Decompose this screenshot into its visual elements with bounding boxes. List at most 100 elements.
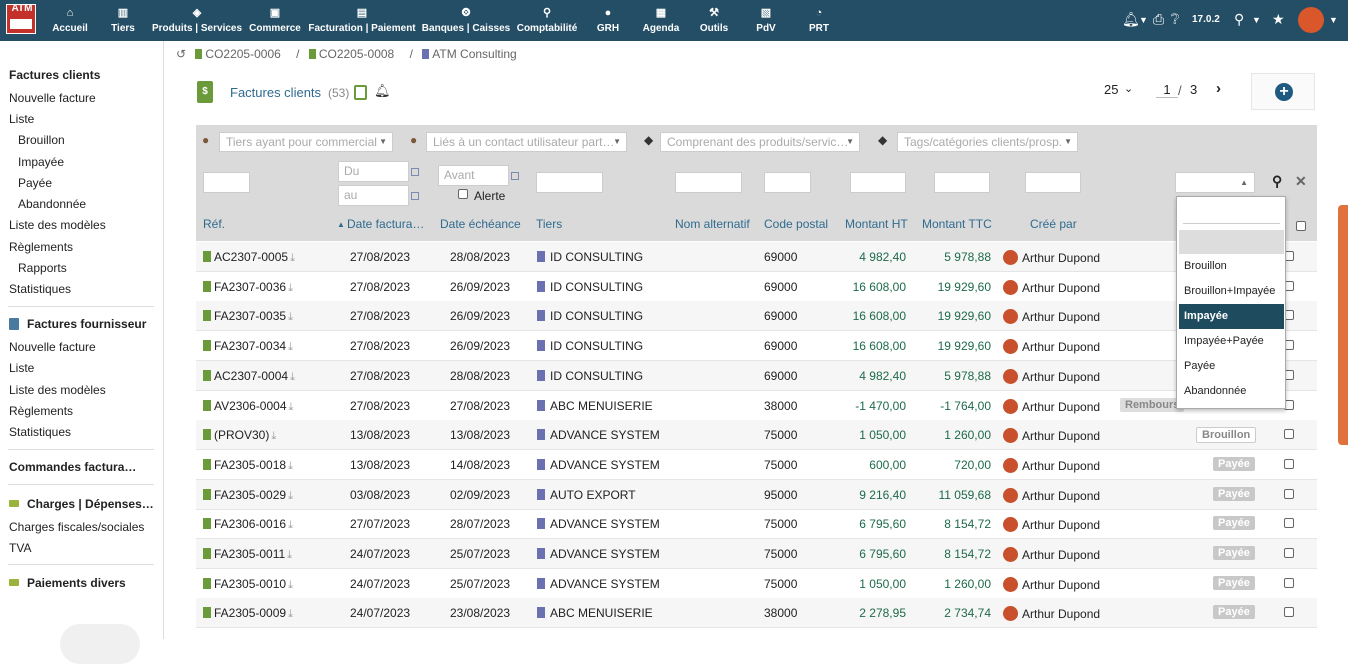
star-icon[interactable]: ★: [1272, 11, 1285, 28]
status-option[interactable]: Payée: [1179, 354, 1284, 379]
invoice-ref-link[interactable]: AV2306-0004 ⤓: [203, 399, 293, 414]
download-icon[interactable]: ⤓: [290, 371, 295, 383]
date-to-input[interactable]: au: [338, 185, 409, 206]
help-icon[interactable]: ❔︎: [1171, 11, 1179, 28]
row-checkbox[interactable]: [1284, 488, 1294, 499]
table-row[interactable]: FA2306-0016 ⤓ 27/07/2023 28/07/2023 ADVANCE …: [196, 509, 1317, 540]
sidebar-section-misc-payments[interactable]: Paiements divers: [9, 576, 126, 590]
author-link[interactable]: Arthur Dupond: [1003, 279, 1100, 295]
ref-filter-input[interactable]: [203, 172, 250, 193]
tiers-filter-input[interactable]: [536, 172, 603, 193]
history-icon[interactable]: ↺: [176, 47, 186, 61]
author-link[interactable]: Arthur Dupond: [1003, 368, 1100, 384]
tiers-link[interactable]: ID CONSULTING: [537, 250, 643, 264]
col-header-date[interactable]: Date factura…: [347, 217, 424, 231]
table-row[interactable]: FA2305-0011 ⤓ 24/07/2023 25/07/2023 ADVANCE …: [196, 539, 1317, 569]
bell-icon[interactable]: 🔔︎: [1122, 11, 1140, 28]
user-avatar[interactable]: [1298, 7, 1324, 33]
menu-item-prt[interactable]: ◔ PRT: [809, 0, 829, 41]
col-header-author[interactable]: Créé par: [1030, 217, 1077, 231]
breadcrumb-item[interactable]: CO2205-0008: [308, 47, 400, 61]
status-option[interactable]: Abandonnée: [1179, 379, 1284, 404]
col-header-altname[interactable]: Nom alternatif: [675, 217, 750, 231]
menu-item-grh[interactable]: ● GRH: [597, 0, 619, 41]
author-link[interactable]: Arthur Dupond: [1003, 487, 1100, 503]
bell-icon[interactable]: 🔔︎: [374, 83, 391, 99]
tags-filter-select[interactable]: Tags/catégories clients/prosp. ▼: [897, 132, 1078, 152]
tiers-link[interactable]: ADVANCE SYSTEM: [537, 428, 660, 442]
sort-asc-icon[interactable]: ▲: [337, 220, 345, 229]
download-icon[interactable]: ⤓: [289, 401, 294, 413]
calendar-icon[interactable]: [411, 192, 419, 200]
col-header-due[interactable]: Date échéance: [440, 217, 521, 231]
tiers-link[interactable]: ABC MENUISERIE: [537, 399, 653, 413]
sidebar-item[interactable]: Nouvelle facture: [9, 340, 96, 354]
menu-item-banques-caisses[interactable]: ⨷ Banques | Caisses: [422, 0, 510, 41]
download-icon[interactable]: ⤓: [290, 252, 295, 264]
invoice-ref-link[interactable]: FA2305-0018 ⤓: [203, 458, 293, 473]
dropdown-option-empty[interactable]: [1179, 230, 1284, 254]
side-tab[interactable]: [1338, 205, 1348, 445]
row-checkbox[interactable]: [1284, 548, 1294, 558]
author-link[interactable]: Arthur Dupond: [1003, 250, 1100, 265]
download-icon[interactable]: ⤓: [288, 579, 293, 591]
breadcrumb-item[interactable]: CO2205-0006: [195, 47, 286, 61]
invoice-ref-link[interactable]: (PROV30) ⤓: [203, 428, 276, 443]
download-icon[interactable]: ⤓: [288, 608, 293, 620]
select-all-checkbox[interactable]: [1296, 221, 1306, 231]
sidebar-item[interactable]: Abandonnée: [18, 197, 86, 211]
sidebar-section-supplier-invoices[interactable]: Factures fournisseur: [9, 317, 146, 331]
menu-item-accueil[interactable]: ⌂ Accueil: [52, 0, 88, 41]
author-link[interactable]: Arthur Dupond: [1003, 339, 1100, 355]
tiers-link[interactable]: ADVANCE SYSTEM: [537, 458, 660, 472]
download-icon[interactable]: ⤓: [288, 282, 293, 294]
close-icon[interactable]: ✕: [1295, 173, 1307, 190]
sidebar-section-orders[interactable]: Commandes factura…: [9, 460, 136, 474]
sidebar-section-customer-invoices[interactable]: Factures clients: [9, 68, 100, 82]
col-header-tiers[interactable]: Tiers: [536, 217, 562, 231]
table-row[interactable]: AC2307-0005 ⤓ 27/08/2023 28/08/2023 ID CONSU…: [196, 242, 1317, 272]
chevron-down-icon[interactable]: ▼: [1139, 15, 1148, 25]
menu-item-outils[interactable]: ⚒ Outils: [700, 0, 728, 41]
tiers-link[interactable]: ABC MENUISERIE: [537, 606, 653, 620]
commercial-filter-select[interactable]: Tiers ayant pour commercial ▼: [219, 132, 393, 152]
sidebar-item[interactable]: Payée: [18, 176, 52, 190]
tiers-link[interactable]: ID CONSULTING: [537, 280, 643, 294]
menu-item-facturation-paiement[interactable]: ▤ Facturation | Paiement: [308, 0, 415, 41]
table-row[interactable]: FA2307-0035 ⤓ 27/08/2023 26/09/2023 ID CONSU…: [196, 301, 1317, 332]
sidebar-item[interactable]: TVA: [9, 541, 31, 555]
table-row[interactable]: FA2305-0018 ⤓ 13/08/2023 14/08/2023 ADVANCE …: [196, 450, 1317, 480]
printer-icon[interactable]: ⎙: [1153, 11, 1164, 28]
table-row[interactable]: FA2305-0029 ⤓ 03/08/2023 02/09/2023 AUTO EXP…: [196, 479, 1317, 510]
download-icon[interactable]: ⤓: [288, 519, 293, 531]
tiers-link[interactable]: ID CONSULTING: [537, 369, 643, 383]
status-option[interactable]: Impayée+Payée: [1179, 329, 1284, 354]
author-link[interactable]: Arthur Dupond: [1003, 309, 1100, 325]
author-link[interactable]: Arthur Dupond: [1003, 517, 1100, 533]
tiers-link[interactable]: AUTO EXPORT: [537, 488, 636, 502]
sidebar-item[interactable]: Rapports: [18, 261, 67, 275]
tiers-link[interactable]: ID CONSULTING: [537, 309, 643, 323]
tiers-link[interactable]: ADVANCE SYSTEM: [537, 577, 660, 591]
invoice-ref-link[interactable]: FA2307-0036 ⤓: [203, 280, 293, 295]
amount-ttc-filter-input[interactable]: [934, 172, 990, 193]
table-row[interactable]: (PROV30) ⤓ 13/08/2023 13/08/2023 ADVANCE SYS…: [196, 420, 1317, 451]
invoice-ref-link[interactable]: FA2305-0009 ⤓: [203, 606, 293, 621]
alert-checkbox[interactable]: [458, 189, 468, 199]
zip-filter-input[interactable]: [764, 172, 811, 193]
sidebar-item[interactable]: Charges fiscales/sociales: [9, 520, 144, 534]
tiers-link[interactable]: ID CONSULTING: [537, 339, 643, 353]
chevron-down-icon[interactable]: ▼: [1252, 15, 1261, 25]
chevron-down-icon[interactable]: ▼: [1329, 15, 1338, 25]
table-row[interactable]: FA2307-0036 ⤓ 27/08/2023 26/09/2023 ID CONSU…: [196, 272, 1317, 302]
menu-item-commerce[interactable]: ▣ Commerce: [249, 0, 301, 41]
row-checkbox[interactable]: [1284, 577, 1294, 588]
author-link[interactable]: Arthur Dupond: [1003, 457, 1100, 473]
row-checkbox[interactable]: [1284, 458, 1294, 469]
menu-item-comptabilit-[interactable]: ⚲ Comptabilité: [517, 0, 578, 41]
calendar-icon[interactable]: [411, 168, 419, 176]
table-row[interactable]: AV2306-0004 ⤓ 27/08/2023 27/08/2023 ABC MENU…: [196, 391, 1317, 421]
export-icon[interactable]: [354, 85, 367, 100]
invoice-ref-link[interactable]: FA2305-0010 ⤓: [203, 577, 293, 592]
alt-name-filter-input[interactable]: [675, 172, 742, 193]
